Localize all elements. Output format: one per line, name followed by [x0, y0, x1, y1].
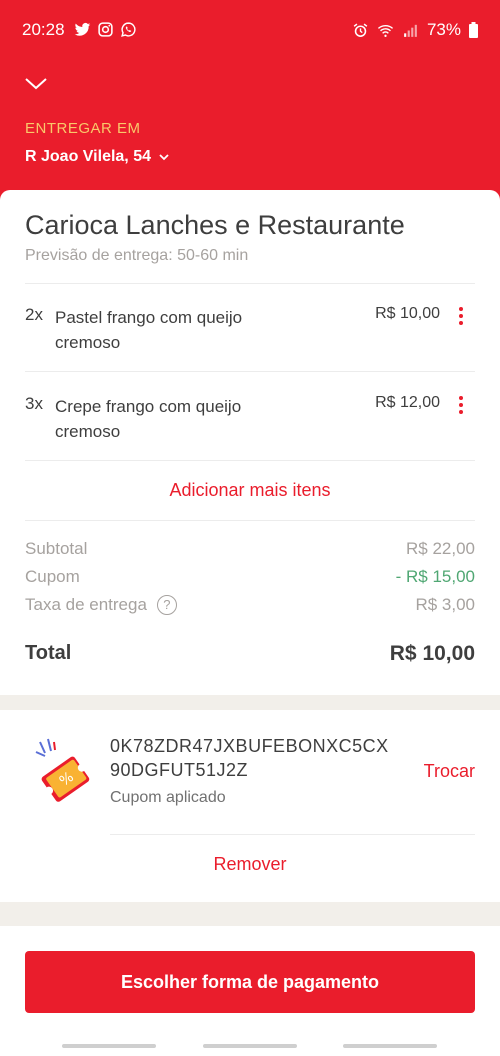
coupon-row: Cupom - R$ 15,00	[25, 567, 475, 591]
subtotal-label: Subtotal	[25, 539, 88, 558]
item-options-icon[interactable]	[455, 305, 467, 329]
coupon-card: % 0K78ZDR47JXBUFEBONXC5CX 90DGFUT51J2Z C…	[0, 710, 500, 902]
status-time: 20:28	[22, 20, 65, 39]
coupon-code: 0K78ZDR47JXBUFEBONXC5CX 90DGFUT51J2Z	[110, 734, 415, 782]
divider	[25, 460, 475, 461]
collapse-button[interactable]	[22, 72, 50, 96]
cart-item: 3x Crepe frango com queijo cremoso R$ 12…	[25, 394, 475, 464]
divider	[25, 520, 475, 521]
delivery-fee-label-group: Taxa de entrega ?	[25, 595, 177, 615]
item-price: R$ 12,00	[375, 394, 440, 411]
system-status: 73%	[352, 20, 478, 40]
coupon-discount-value: - R$ 15,00	[395, 567, 475, 586]
address-selector[interactable]: R Joao Vilela, 54	[25, 148, 169, 166]
alarm-icon	[353, 23, 368, 37]
coupon-code-line: 90DGFUT51J2Z	[110, 760, 249, 780]
swap-coupon-button[interactable]: Trocar	[424, 761, 475, 782]
nav-home[interactable]	[203, 1044, 297, 1048]
coupon-label: Cupom	[25, 567, 80, 586]
total-row: Total R$ 10,00	[25, 642, 475, 672]
delivery-eta: Previsão de entrega: 50-60 min	[25, 247, 249, 264]
nav-back[interactable]	[343, 1044, 437, 1048]
chevron-down-icon	[25, 78, 47, 90]
restaurant-name: Carioca Lanches e Restaurante	[25, 210, 405, 240]
divider	[25, 283, 475, 284]
item-quantity: 2x	[25, 305, 43, 324]
remove-coupon-button[interactable]: Remover	[0, 854, 500, 875]
notification-icons	[74, 21, 137, 38]
cart-item: 2x Pastel frango com queijo cremoso R$ 1…	[25, 305, 475, 375]
delivery-fee-value: R$ 3,00	[415, 595, 475, 614]
subtotal-value: R$ 22,00	[406, 539, 475, 558]
whatsapp-icon	[121, 22, 136, 37]
delivery-fee-row: Taxa de entrega ? R$ 3,00	[25, 595, 475, 619]
coupon-status: Cupom aplicado	[110, 789, 226, 806]
nav-recents[interactable]	[62, 1044, 156, 1048]
help-icon[interactable]: ?	[156, 595, 177, 615]
order-card: Carioca Lanches e Restaurante Previsão d…	[0, 190, 500, 695]
coupon-code-line: 0K78ZDR47JXBUFEBONXC5CX	[110, 736, 389, 756]
chevron-down-icon	[159, 153, 169, 160]
total-label: Total	[25, 642, 72, 664]
choose-payment-button[interactable]: Escolher forma de pagamento	[25, 951, 475, 1013]
divider	[110, 834, 475, 835]
header: 20:28 73% ENTREGAR EM R Joao Vilela, 54	[0, 0, 500, 210]
item-name: Crepe frango com queijo cremoso	[55, 397, 242, 441]
coupon-ticket-icon: %	[35, 738, 90, 802]
address-text: R Joao Vilela, 54	[25, 148, 151, 165]
total-value: R$ 10,00	[389, 642, 475, 665]
battery-icon	[469, 22, 478, 38]
instagram-icon	[98, 22, 113, 37]
footer: Escolher forma de pagamento	[0, 926, 500, 1056]
subtotal-row: Subtotal R$ 22,00	[25, 539, 475, 563]
item-options-icon[interactable]	[455, 394, 467, 418]
status-bar: 20:28 73%	[0, 0, 500, 60]
signal-icon	[404, 24, 417, 37]
divider	[25, 371, 475, 372]
twitter-icon	[74, 23, 91, 36]
item-name: Pastel frango com queijo cremoso	[55, 308, 243, 352]
item-price: R$ 10,00	[375, 305, 440, 322]
delivery-fee-label: Taxa de entrega	[25, 595, 147, 614]
add-more-items-link[interactable]: Adicionar mais itens	[25, 480, 475, 501]
battery-percent: 73%	[426, 20, 461, 39]
deliver-label: ENTREGAR EM	[25, 120, 141, 137]
system-nav-bar	[0, 1036, 500, 1056]
wifi-icon	[377, 24, 394, 37]
item-quantity: 3x	[25, 394, 43, 413]
